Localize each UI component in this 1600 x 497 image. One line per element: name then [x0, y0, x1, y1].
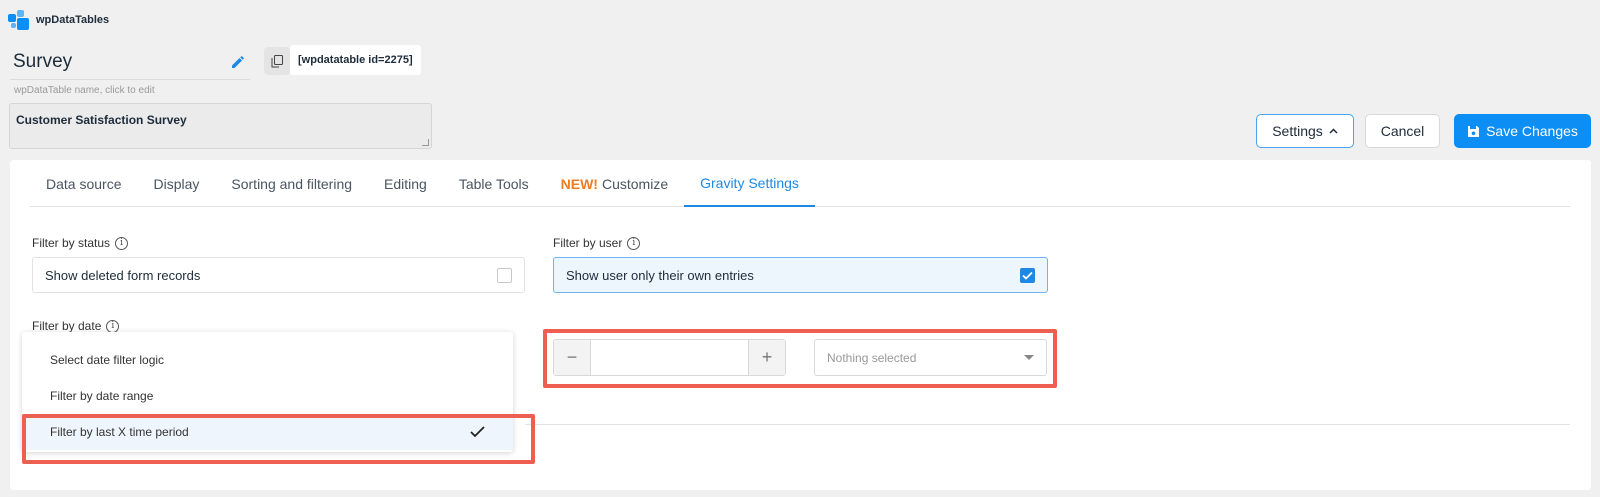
table-name-field[interactable]: Survey — [10, 44, 250, 80]
option-select-date-filter-logic[interactable]: Select date filter logic — [22, 342, 513, 378]
info-icon[interactable]: i — [106, 319, 120, 333]
tab-editing[interactable]: Editing — [368, 160, 443, 207]
option-label: Filter by last X time period — [50, 425, 189, 439]
time-period-input[interactable] — [590, 340, 749, 375]
decrement-button[interactable]: − — [554, 340, 590, 375]
tab-gravity-settings[interactable]: Gravity Settings — [684, 160, 815, 207]
option-label: Filter by date range — [50, 389, 154, 403]
settings-label: Settings — [1272, 123, 1323, 139]
copy-shortcode-button[interactable] — [264, 47, 290, 75]
tab-customize[interactable]: NEW! Customize — [545, 160, 684, 207]
chevron-up-icon — [1329, 128, 1338, 134]
filter-by-date-label: Filter by date i — [32, 319, 120, 333]
app-logo: wpDataTables — [8, 10, 109, 30]
settings-button[interactable]: Settings — [1256, 114, 1354, 148]
caret-down-icon — [1024, 355, 1034, 360]
own-entries-only-label: Show user only their own entries — [566, 267, 754, 283]
time-period-unit-select[interactable]: Nothing selected — [814, 339, 1047, 376]
section-divider — [525, 424, 1570, 425]
cancel-button[interactable]: Cancel — [1365, 114, 1440, 148]
tab-sorting-and-filtering[interactable]: Sorting and filtering — [215, 160, 368, 207]
option-filter-by-date-range[interactable]: Filter by date range — [22, 378, 513, 414]
date-filter-logic-dropdown: Select date filter logic Filter by date … — [22, 332, 513, 452]
save-icon — [1468, 125, 1480, 137]
show-deleted-records-checkbox[interactable] — [497, 267, 512, 283]
checkmark-icon — [1022, 271, 1033, 280]
increment-button[interactable]: + — [749, 340, 785, 375]
tab-customize-label: Customize — [601, 175, 669, 192]
table-name[interactable]: Survey — [10, 51, 72, 73]
logo-text: wpDataTables — [36, 14, 110, 26]
wpdatatables-logo-icon — [8, 10, 30, 30]
table-name-hint: wpDataTable name, click to edit — [14, 85, 155, 96]
time-period-stepper[interactable]: − + — [553, 339, 786, 376]
settings-tabs: Data source Display Sorting and filterin… — [30, 160, 1570, 207]
save-label: Save Changes — [1486, 123, 1578, 139]
filter-by-date-text: Filter by date — [32, 319, 102, 333]
tab-display[interactable]: Display — [137, 160, 215, 207]
info-icon[interactable]: i — [627, 236, 641, 250]
table-description: Customer Satisfaction Survey — [16, 113, 187, 127]
own-entries-only-checkbox[interactable] — [1020, 267, 1035, 283]
copy-icon — [271, 54, 283, 67]
filter-by-user-text: Filter by user — [553, 236, 623, 250]
pencil-icon[interactable] — [226, 50, 250, 74]
tab-data-source[interactable]: Data source — [30, 160, 137, 207]
show-deleted-records-toggle[interactable]: Show deleted form records — [32, 257, 525, 293]
option-label: Select date filter logic — [50, 353, 165, 367]
show-deleted-records-label: Show deleted form records — [45, 267, 201, 283]
time-period-unit-placeholder: Nothing selected — [827, 350, 917, 365]
info-icon[interactable]: i — [115, 236, 129, 250]
filter-by-status-label: Filter by status i — [32, 236, 129, 250]
shortcode-label: [wpdatatable id=2275] — [290, 45, 421, 75]
option-filter-by-last-x-time-period[interactable]: Filter by last X time period — [22, 414, 513, 450]
own-entries-only-toggle[interactable]: Show user only their own entries — [553, 257, 1048, 293]
checkmark-icon — [470, 426, 485, 438]
save-changes-button[interactable]: Save Changes — [1454, 114, 1591, 148]
resize-handle-icon[interactable] — [422, 139, 429, 146]
table-description-textarea[interactable]: Customer Satisfaction Survey — [9, 103, 432, 149]
filter-by-status-text: Filter by status — [32, 236, 111, 250]
new-badge: NEW! — [560, 175, 598, 192]
filter-by-user-label: Filter by user i — [553, 236, 641, 250]
tab-table-tools[interactable]: Table Tools — [443, 160, 545, 207]
